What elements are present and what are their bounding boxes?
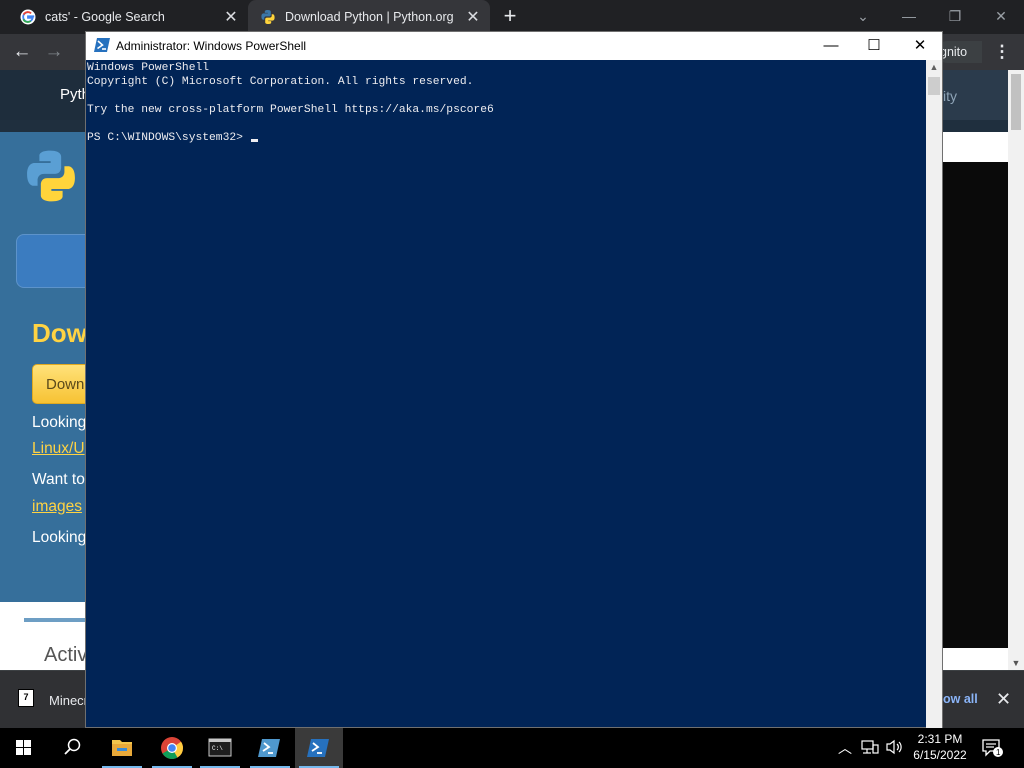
notification-count: 1	[996, 748, 1001, 757]
site-menu-button[interactable]	[16, 234, 96, 288]
scroll-up-icon[interactable]: ▲	[926, 62, 942, 72]
powershell-window: Administrator: Windows PowerShell — ☐ ✕ …	[85, 31, 943, 728]
linux-unix-link[interactable]: Linux/U	[32, 440, 85, 458]
python-icon	[261, 10, 275, 24]
download-python-button[interactable]: Down	[32, 364, 92, 404]
close-shelf-icon[interactable]: ✕	[996, 689, 1011, 710]
console-line: Try the new cross-platform PowerShell ht…	[87, 104, 494, 116]
scrollbar-thumb[interactable]	[928, 77, 940, 95]
start-icon	[16, 740, 31, 755]
google-icon	[20, 9, 36, 25]
notification-icon: 1	[982, 739, 1003, 757]
tab-close-icon[interactable]: ✕	[462, 7, 484, 27]
tab-google-search[interactable]: cats' - Google Search ✕	[0, 0, 248, 34]
taskbar-terminal[interactable]: C:\	[196, 728, 244, 768]
powershell-icon	[307, 739, 329, 757]
search-button[interactable]	[48, 728, 96, 768]
nav-item-community[interactable]: ity	[943, 88, 957, 104]
show-all-button[interactable]: ow all	[943, 692, 978, 706]
chevron-up-icon[interactable]: ︿	[838, 738, 852, 758]
windows-taskbar: C:\ ︿ 2:31 PM 6/15/2022 1	[0, 728, 1024, 768]
action-center-button[interactable]: 1	[982, 738, 1004, 758]
powershell-icon	[94, 38, 110, 52]
restore-button[interactable]: ❐	[932, 2, 978, 30]
section-heading: Activ	[44, 644, 88, 666]
ps-maximize-button[interactable]: ☐	[851, 32, 897, 60]
ps-close-button[interactable]: ✕	[897, 32, 943, 60]
console-line: Copyright (C) Microsoft Corporation. All…	[87, 76, 474, 88]
hero-text: Looking	[32, 529, 87, 546]
page-scrollbar[interactable]: ▼	[1008, 70, 1024, 670]
browser-tabstrip: cats' - Google Search ✕ Download Python …	[0, 0, 1024, 34]
hero-text: Want to	[32, 471, 85, 488]
tab-title: Download Python | Python.org	[285, 10, 454, 24]
taskbar-file-explorer[interactable]	[98, 728, 146, 768]
tab-close-icon[interactable]: ✕	[220, 7, 242, 27]
browser-menu-icon[interactable]: ⋮	[992, 40, 1012, 64]
tab-title: cats' - Google Search	[45, 10, 165, 24]
tab-search-button[interactable]: ⌄	[840, 2, 886, 30]
page-dark-panel	[943, 162, 1008, 648]
forward-button[interactable]: →	[40, 38, 68, 66]
minimize-button[interactable]: —	[886, 2, 932, 30]
file-explorer-icon	[112, 740, 132, 756]
page-strip	[943, 648, 1008, 670]
search-icon	[64, 738, 81, 755]
powershell-titlebar[interactable]: Administrator: Windows PowerShell — ☐ ✕	[86, 32, 942, 60]
console-line: Windows PowerShell	[87, 62, 210, 74]
python-logo-icon	[27, 150, 75, 202]
powershell-ise-icon	[258, 739, 280, 757]
window-title: Administrator: Windows PowerShell	[116, 39, 307, 53]
chrome-icon	[161, 737, 183, 759]
console-prompt-line[interactable]: PS C:\WINDOWS\system32>	[87, 131, 926, 145]
browser-close-button[interactable]: ✕	[978, 2, 1024, 30]
svg-text:C:\: C:\	[212, 745, 223, 752]
console-output[interactable]: Windows PowerShell Copyright (C) Microso…	[86, 60, 926, 728]
taskbar-powershell-ise[interactable]	[246, 728, 294, 768]
docker-images-link[interactable]: images	[32, 498, 82, 516]
tab-python-download[interactable]: Download Python | Python.org ✕	[248, 0, 490, 34]
scrollbar-thumb[interactable]	[1011, 74, 1021, 130]
network-icon[interactable]	[861, 739, 879, 755]
start-button[interactable]	[0, 728, 48, 768]
terminal-icon: C:\	[208, 738, 232, 757]
taskbar-chrome[interactable]	[148, 728, 196, 768]
ps-minimize-button[interactable]: —	[808, 32, 854, 60]
back-button[interactable]: ←	[8, 38, 36, 66]
hero-text: Looking	[32, 414, 87, 431]
clock-time: 2:31 PM	[917, 732, 963, 746]
section-rule	[24, 618, 86, 622]
scroll-down-icon[interactable]: ▼	[1008, 658, 1024, 668]
active-releases-section: Activ	[0, 602, 88, 670]
volume-icon[interactable]	[885, 739, 905, 755]
taskbar-powershell[interactable]	[295, 728, 343, 768]
download-file-name[interactable]: Minecr	[49, 693, 88, 708]
system-clock[interactable]: 2:31 PM 6/15/2022	[910, 731, 970, 763]
download-heading: Dow	[32, 318, 87, 348]
download-file-icon: 7	[18, 689, 34, 707]
clock-date: 6/15/2022	[913, 748, 967, 762]
console-prompt: PS C:\WINDOWS\system32>	[87, 132, 250, 144]
text-cursor	[250, 139, 258, 142]
new-tab-button[interactable]: +	[498, 4, 522, 30]
console-scrollbar[interactable]: ▲	[926, 60, 942, 728]
